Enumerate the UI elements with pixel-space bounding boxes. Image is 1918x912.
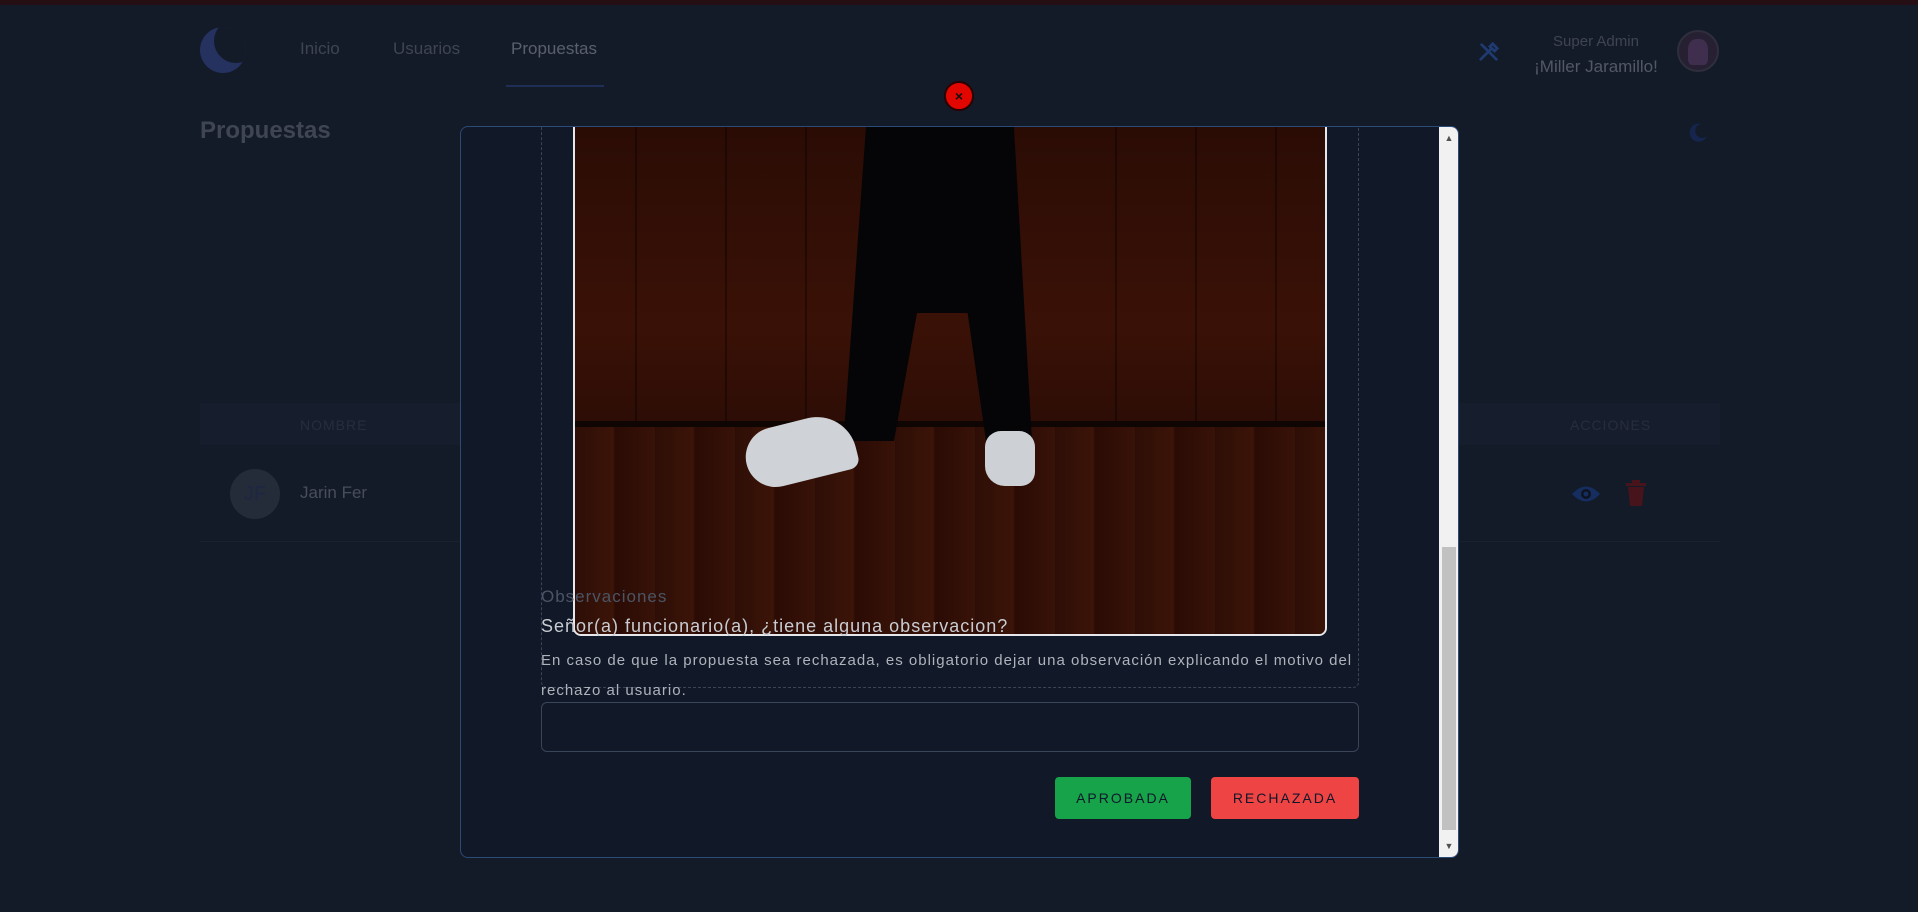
close-icon[interactable]: × [944, 81, 974, 111]
reject-button[interactable]: RECHAZADA [1211, 777, 1359, 819]
observation-help-text: En caso de que la propuesta sea rechazad… [541, 652, 1353, 699]
approve-button[interactable]: APROBADA [1055, 777, 1191, 819]
modal-scrollbar[interactable]: ▲ ▼ [1439, 127, 1458, 857]
scroll-down-icon[interactable]: ▼ [1439, 837, 1458, 855]
observation-question: Señor(a) funcionario(a), ¿tiene alguna o… [541, 616, 1009, 636]
proposal-modal: Observaciones Señor(a) funcionario(a), ¿… [460, 126, 1459, 858]
scroll-up-icon[interactable]: ▲ [1439, 129, 1458, 147]
proposal-photo [573, 127, 1327, 636]
observation-input[interactable] [541, 702, 1359, 752]
scroll-thumb[interactable] [1442, 547, 1456, 830]
observaciones-label: Observaciones [541, 587, 668, 606]
